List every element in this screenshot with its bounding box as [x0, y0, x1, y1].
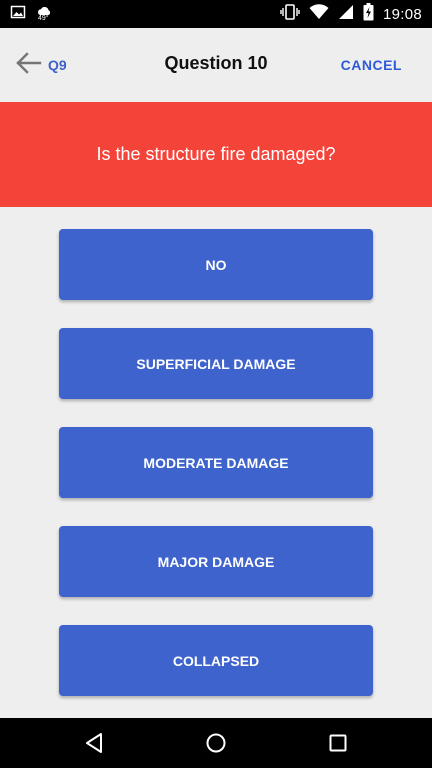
signal-icon [338, 4, 354, 25]
question-text: Is the structure fire damaged? [96, 144, 336, 164]
back-triangle-icon[interactable] [83, 731, 107, 755]
vibrate-icon [280, 3, 300, 25]
answer-list: NO SUPERFICIAL DAMAGE MODERATE DAMAGE MA… [0, 207, 432, 718]
answer-button-superficial-damage[interactable]: SUPERFICIAL DAMAGE [59, 328, 373, 399]
header: Q9 Question 10 CANCEL [0, 28, 432, 102]
weather-icon: 49° [36, 5, 54, 23]
answer-button-no[interactable]: NO [59, 229, 373, 300]
wifi-icon [309, 3, 329, 25]
battery-charging-icon [363, 2, 374, 26]
home-circle-icon[interactable] [204, 731, 228, 755]
status-bar: 49° 19:08 [0, 0, 432, 28]
answer-button-moderate-damage[interactable]: MODERATE DAMAGE [59, 427, 373, 498]
answer-button-collapsed[interactable]: COLLAPSED [59, 625, 373, 696]
system-nav-bar [0, 718, 432, 768]
status-right-icons: 19:08 [280, 2, 422, 26]
image-icon [10, 4, 26, 25]
recents-square-icon[interactable] [326, 731, 350, 755]
status-left-icons: 49° [10, 5, 54, 23]
answer-button-major-damage[interactable]: MAJOR DAMAGE [59, 526, 373, 597]
cancel-button[interactable]: CANCEL [341, 57, 402, 73]
question-banner: Is the structure fire damaged? [0, 102, 432, 207]
status-time: 19:08 [382, 5, 422, 23]
weather-temp: 49° [38, 15, 49, 22]
